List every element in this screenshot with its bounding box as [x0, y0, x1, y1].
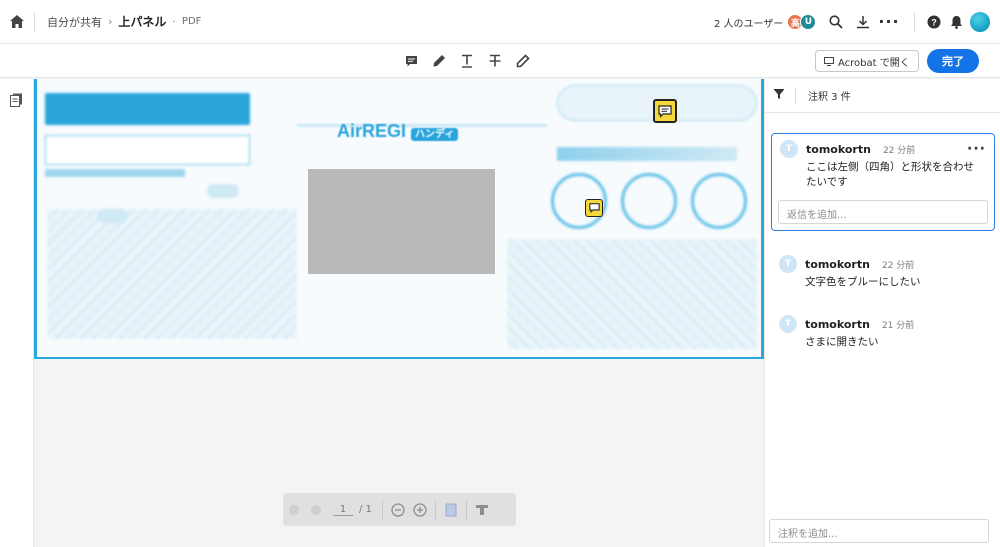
subheading-bar — [45, 169, 185, 177]
comment-text: ここは左側（四角）と形状を合わせたいです — [806, 161, 974, 188]
comment-text: 文字色をブルーにしたい — [805, 276, 921, 288]
comment-time: 22 分前 — [882, 145, 916, 156]
filter-icon[interactable] — [773, 88, 785, 103]
zoom-out-icon[interactable] — [387, 499, 409, 521]
more-options-icon[interactable]: ··· — [878, 12, 899, 32]
comment-pin-icon[interactable] — [585, 199, 603, 217]
annotation-toolbar: Acrobat で開く 完了 — [0, 44, 1000, 78]
divider — [381, 499, 383, 520]
avatar: T — [780, 140, 798, 158]
page-total: / 1 — [359, 504, 372, 515]
comments-header: 注釈 3 件 — [765, 79, 1000, 113]
monitor-icon — [824, 56, 834, 66]
logo-badge: ハンディ — [411, 128, 459, 141]
zoom-in-icon[interactable] — [409, 499, 431, 521]
more-options-icon[interactable]: ··· — [967, 142, 986, 156]
bell-icon[interactable] — [946, 12, 966, 32]
speech-bubble — [97, 209, 127, 223]
divider — [914, 12, 915, 32]
account-avatar-icon[interactable] — [970, 12, 990, 32]
add-comment-input[interactable]: 注釈を追加... — [769, 519, 989, 543]
pdf-page[interactable]: AirREGI ハンディ — [34, 79, 764, 359]
comment-count: 注釈 3 件 — [808, 92, 851, 103]
comment-author: tomokortn — [806, 142, 871, 156]
underline-text-icon[interactable] — [458, 52, 476, 70]
comment-time: 22 分前 — [881, 260, 915, 271]
comment-author: tomokortn — [805, 257, 870, 271]
illustration-right — [507, 239, 757, 349]
divider — [434, 499, 436, 520]
headline-text-block — [557, 147, 737, 161]
pages-panel-icon[interactable] — [10, 92, 23, 111]
feature-circle — [691, 173, 747, 229]
avatar: T — [779, 255, 797, 273]
top-bar: 自分が共有 › 上パネル · PDF 2 人のユーザー 高 U ··· ? — [0, 0, 1000, 44]
open-in-acrobat-button[interactable]: Acrobat で開く — [815, 50, 919, 72]
comment-card[interactable]: T tomokortn 21 分前 さまに開きたい — [771, 309, 995, 350]
comment-card[interactable]: T tomokortn 22 分前 文字色をブルーにしたい — [771, 249, 995, 290]
breadcrumb: 自分が共有 › 上パネル · PDF — [47, 13, 201, 30]
avatar: T — [779, 315, 797, 333]
sticky-note-icon[interactable] — [402, 52, 420, 70]
highlight-pen-icon[interactable] — [430, 52, 448, 70]
divider — [34, 11, 35, 32]
logo-text: AirREGI — [337, 121, 407, 141]
feature-circle — [621, 173, 677, 229]
illustration-left — [47, 209, 297, 339]
prev-page-icon[interactable] — [283, 499, 305, 521]
page-number-input[interactable]: 1 — [333, 504, 353, 516]
comment-card[interactable]: T tomokortn 22 分前 ··· ここは左側（四角）と形状を合わせたい… — [771, 133, 995, 231]
file-type: PDF — [181, 16, 202, 27]
draw-pencil-icon[interactable] — [514, 52, 532, 70]
comments-panel: 注釈 3 件 T tomokortn 22 分前 ··· ここは左側（四角）と形… — [764, 79, 1000, 547]
avatar: U — [800, 14, 817, 30]
next-page-icon[interactable] — [305, 499, 327, 521]
comment-author: tomokortn — [805, 317, 870, 331]
info-box — [45, 135, 250, 165]
file-title: 上パネル — [118, 15, 167, 29]
divider — [465, 499, 467, 520]
avatar-group: 高 U — [787, 14, 817, 30]
fit-width-icon[interactable] — [471, 499, 493, 521]
download-icon[interactable] — [853, 12, 873, 32]
shared-users[interactable]: 2 人のユーザー 高 U — [714, 14, 817, 30]
image-placeholder — [308, 169, 495, 274]
speech-bubble — [207, 184, 239, 198]
comment-pin-icon[interactable] — [653, 99, 677, 123]
chevron-right-icon: › — [108, 15, 113, 28]
reply-input[interactable]: 返信を追加... — [778, 200, 988, 224]
strikethrough-text-icon[interactable] — [486, 52, 504, 70]
home-icon[interactable] — [0, 0, 34, 44]
fit-page-icon[interactable] — [440, 499, 462, 521]
done-button[interactable]: 完了 — [927, 49, 979, 73]
page-navigation-toolbar: 1 / 1 — [283, 493, 516, 526]
airregi-logo: AirREGI ハンディ — [337, 121, 459, 142]
document-viewer[interactable]: AirREGI ハンディ 1 / 1 — [34, 79, 764, 547]
comment-text: さまに開きたい — [805, 336, 879, 348]
separator-dot: · — [172, 15, 176, 28]
divider — [795, 87, 796, 104]
stat-panel — [45, 93, 250, 125]
left-rail — [0, 79, 34, 547]
users-label: 2 人のユーザー — [714, 18, 784, 30]
comment-time: 21 分前 — [881, 320, 915, 331]
breadcrumb-root[interactable]: 自分が共有 — [47, 14, 102, 30]
help-icon[interactable]: ? — [924, 12, 944, 32]
search-icon[interactable] — [826, 12, 846, 32]
open-in-acrobat-label: Acrobat で開く — [838, 57, 910, 69]
svg-text:?: ? — [931, 18, 937, 28]
